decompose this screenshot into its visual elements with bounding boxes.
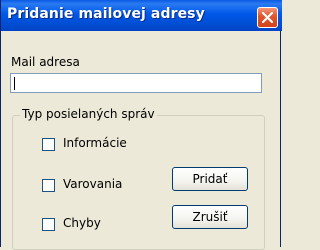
- cancel-button[interactable]: Zrušiť: [172, 205, 248, 229]
- group-legend: Typ posielaných správ: [20, 107, 157, 121]
- mail-input[interactable]: [10, 73, 262, 93]
- close-icon: [261, 11, 274, 24]
- checkbox-informacie[interactable]: [42, 138, 55, 151]
- mail-label: Mail adresa: [11, 55, 80, 69]
- checkbox-informacie-label[interactable]: Informácie: [63, 136, 127, 150]
- checkbox-varovania-label[interactable]: Varovania: [63, 177, 122, 191]
- add-button[interactable]: Pridať: [172, 167, 248, 191]
- window-title: Pridanie mailovej adresy: [7, 6, 205, 22]
- dialog-window: Pridanie mailovej adresy Mail adresa Typ…: [0, 0, 282, 250]
- checkbox-chyby[interactable]: [42, 218, 55, 231]
- checkbox-chyby-label[interactable]: Chyby: [63, 216, 101, 230]
- close-button[interactable]: [257, 7, 278, 28]
- title-bar[interactable]: Pridanie mailovej adresy: [1, 0, 282, 31]
- text-caret: [14, 77, 15, 90]
- checkbox-varovania[interactable]: [42, 179, 55, 192]
